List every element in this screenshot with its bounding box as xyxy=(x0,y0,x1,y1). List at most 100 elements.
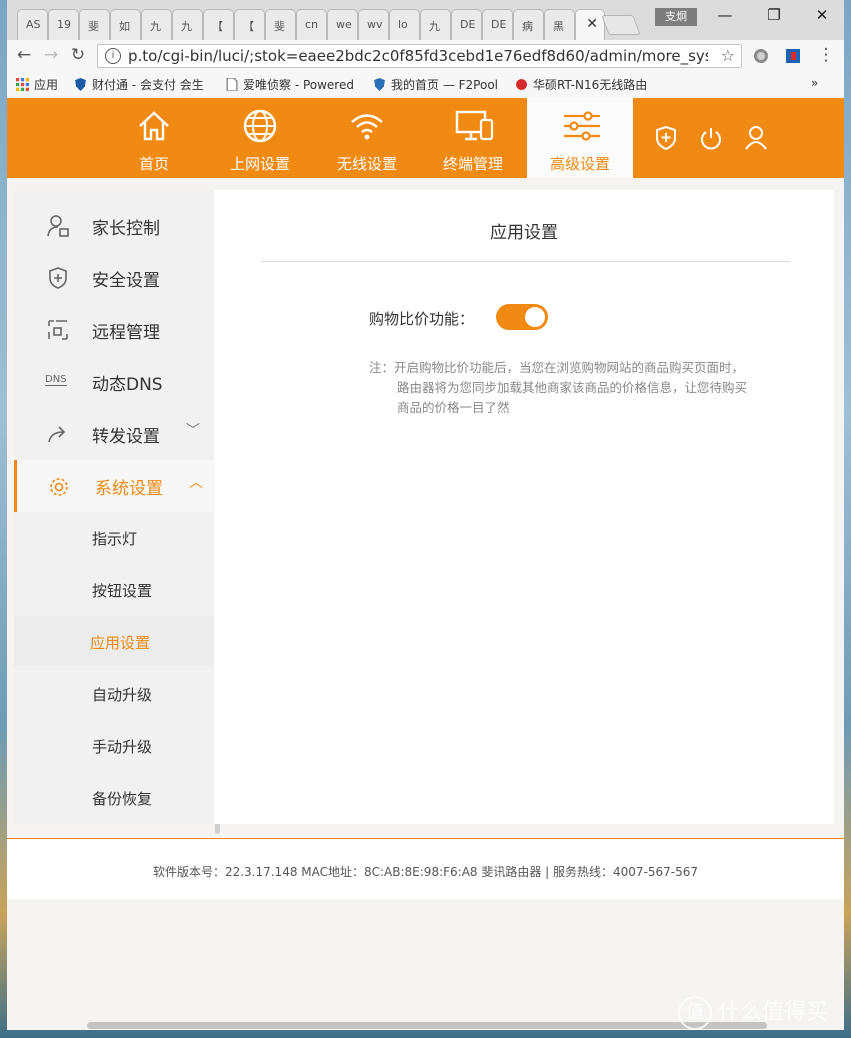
router-top-nav: 首页 上网设置 无线设置 终端管理 高级设置 xyxy=(7,98,844,178)
tab-title: 19 xyxy=(57,18,71,31)
page-favicon-icon xyxy=(226,78,238,91)
menu-icon[interactable]: ⋮ xyxy=(814,45,838,65)
sidebar-subitem-auto-upgrade[interactable]: 自动升级 xyxy=(14,668,214,718)
watermark-badge: 值 xyxy=(678,996,712,1030)
reload-icon[interactable]: ↻ xyxy=(66,45,90,65)
tab[interactable]: 斐 xyxy=(265,9,296,40)
minimize-icon[interactable]: — xyxy=(710,6,740,24)
sidebar-item-ddns[interactable]: DNS 动态DNS xyxy=(14,356,214,408)
nav-devices-label: 终端管理 xyxy=(442,155,503,173)
tab[interactable]: 19 xyxy=(48,9,79,40)
extension-flag-icon[interactable] xyxy=(785,48,801,64)
bookmark-f2pool[interactable]: 我的首页 — F2Pool xyxy=(373,76,498,93)
sidebar-item-remote[interactable]: 远程管理 xyxy=(14,304,214,356)
shopping-compare-label: 购物比价功能： xyxy=(369,310,475,328)
bookmark-tenpay[interactable]: 财付通 - 会支付 会生 xyxy=(74,76,204,93)
close-tab-icon[interactable]: ✕ xyxy=(586,16,598,32)
tab[interactable]: we xyxy=(327,9,358,40)
tab-title: 九 xyxy=(181,20,192,33)
tab[interactable]: lo xyxy=(389,9,420,40)
restore-icon[interactable]: ❐ xyxy=(759,6,789,24)
sidebar-item-forwarding[interactable]: 转发设置 ﹀ xyxy=(14,408,214,460)
remote-icon xyxy=(48,320,68,340)
nav-wireless-label: 无线设置 xyxy=(336,155,397,173)
tab[interactable]: 黑 xyxy=(544,9,575,40)
tab-title: 斐 xyxy=(88,20,99,33)
shopping-compare-toggle[interactable] xyxy=(496,304,548,330)
home-icon xyxy=(139,111,169,141)
tab[interactable]: 斐 xyxy=(79,9,110,40)
note-line: 路由器将为您同步加载其他商家该商品的价格信息，让您待购买 xyxy=(397,380,748,395)
tab-title: we xyxy=(336,18,352,31)
tab[interactable]: 病 xyxy=(513,9,544,40)
extension-globe-icon[interactable] xyxy=(753,48,769,64)
sidebar-subitem-app-settings[interactable]: 应用设置 xyxy=(14,616,214,666)
router-page: 家长控制 安全设置 远程管理 DNS 动态DNS 转发设置 ﹀ 系统设置 ︿ 指… xyxy=(7,178,844,1030)
gear-icon xyxy=(50,478,68,496)
chevron-up-icon[interactable]: ︿ xyxy=(189,472,203,492)
forward-icon[interactable]: → xyxy=(39,45,63,65)
tab-title: AS xyxy=(26,18,41,31)
tab-active[interactable]: ✕ xyxy=(575,9,605,40)
forward-icon xyxy=(48,426,66,443)
tab[interactable]: wv xyxy=(358,9,389,40)
globe-icon xyxy=(243,109,277,143)
sidebar-item-label: 家长控制 xyxy=(92,219,160,239)
footer: 软件版本号：22.3.17.148 MAC地址：8C:AB:8E:98:F6:A… xyxy=(7,838,844,899)
tab[interactable]: AS xyxy=(17,9,48,40)
bookmark-apps[interactable]: 应用 xyxy=(16,76,58,93)
bookmarks-bar: 应用 财付通 - 会支付 会生 爱唯侦察 - Powered 我的首页 — F2… xyxy=(7,72,844,99)
horizontal-scrollbar[interactable] xyxy=(87,1022,767,1029)
user-icon[interactable] xyxy=(744,125,768,151)
tab[interactable]: DE xyxy=(451,9,482,40)
nav-wireless[interactable]: 无线设置 xyxy=(314,98,420,178)
tab[interactable]: 【 xyxy=(234,9,265,40)
close-window-icon[interactable]: ✕ xyxy=(807,6,837,24)
sidebar-item-label: 转发设置 xyxy=(92,427,160,447)
nav-advanced[interactable]: 高级设置 xyxy=(527,98,633,178)
sidebar-subitem-led[interactable]: 指示灯 xyxy=(14,512,214,562)
sidebar-subitem-buttons[interactable]: 按钮设置 xyxy=(14,564,214,614)
sidebar-item-security[interactable]: 安全设置 xyxy=(14,252,214,304)
sidebar-item-parental-control[interactable]: 家长控制 xyxy=(14,200,214,252)
back-icon[interactable]: ← xyxy=(12,45,36,65)
nav-internet-label: 上网设置 xyxy=(229,155,290,173)
sidebar-subitem-label: 按钮设置 xyxy=(92,582,153,600)
tab[interactable]: 如 xyxy=(110,9,141,40)
sidebar-item-label: 远程管理 xyxy=(92,323,160,343)
nav-home-label: 首页 xyxy=(138,155,169,173)
shield-icon[interactable] xyxy=(654,125,678,151)
nav-home[interactable]: 首页 xyxy=(101,98,207,178)
sidebar-subitem-manual-upgrade[interactable]: 手动升级 xyxy=(14,720,214,770)
address-bar[interactable]: i p.to/cgi-bin/luci/;stok=eaee2bdc2c0f85… xyxy=(97,44,742,68)
tab-title: 【 xyxy=(243,20,254,33)
sidebar-item-label: 安全设置 xyxy=(92,271,160,291)
apps-grid-icon xyxy=(16,78,29,91)
bookmark-asus[interactable]: 华硕RT-N16无线路由 xyxy=(515,76,647,93)
profile-button[interactable]: 支炯 xyxy=(655,8,697,26)
tab[interactable]: 【 xyxy=(203,9,234,40)
note-line: 商品的价格一目了然 xyxy=(397,400,510,415)
tab[interactable]: 九 xyxy=(141,9,172,40)
tab[interactable]: DE xyxy=(482,9,513,40)
watermark: 值什么值得买 xyxy=(678,994,828,1030)
shield-favicon-icon xyxy=(75,78,86,91)
tab[interactable]: cn xyxy=(296,9,327,40)
bookmark-aiwei[interactable]: 爱唯侦察 - Powered xyxy=(225,76,354,93)
sidebar-item-system[interactable]: 系统设置 ︿ xyxy=(14,460,217,512)
tab[interactable]: 九 xyxy=(172,9,203,40)
chevron-down-icon[interactable]: ﹀ xyxy=(186,420,200,440)
bookmarks-more-icon[interactable]: » xyxy=(811,76,818,90)
parent-control-icon xyxy=(47,215,69,237)
tab-title: 如 xyxy=(119,20,130,33)
tab-title: 病 xyxy=(522,20,533,33)
tab-title: wv xyxy=(367,18,383,31)
nav-internet[interactable]: 上网设置 xyxy=(207,98,313,178)
sidebar-subitem-backup-restore[interactable]: 备份恢复 xyxy=(14,772,214,822)
new-tab-button[interactable] xyxy=(601,15,641,35)
bookmark-star-icon[interactable]: ☆ xyxy=(721,46,735,65)
info-icon[interactable]: i xyxy=(105,48,121,64)
power-icon[interactable] xyxy=(699,125,723,151)
nav-devices[interactable]: 终端管理 xyxy=(420,98,526,178)
tab[interactable]: 九 xyxy=(420,9,451,40)
